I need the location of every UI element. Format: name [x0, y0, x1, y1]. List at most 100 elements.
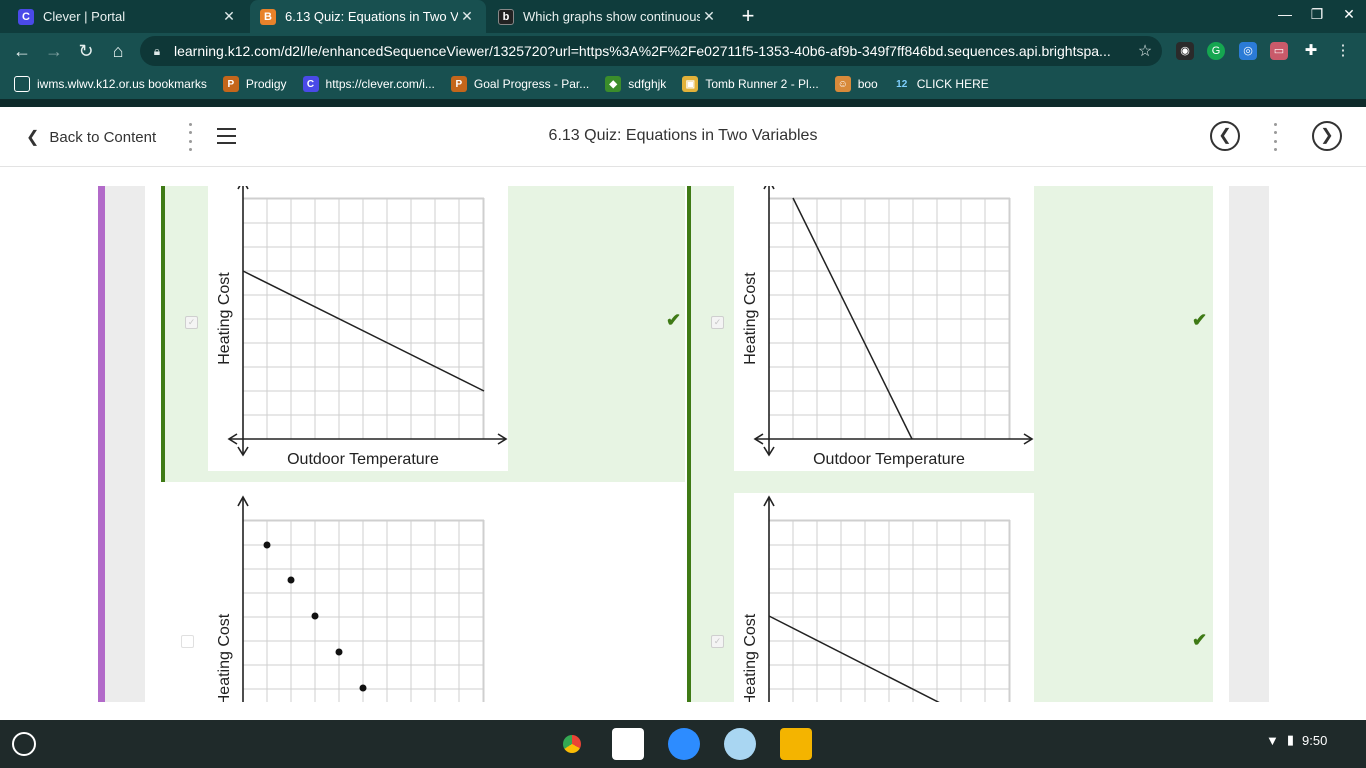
question-gutter	[105, 186, 145, 702]
graph-card: Heating Cost	[734, 493, 1034, 720]
wifi-icon: ▼	[1266, 732, 1279, 748]
bookmark-label: Goal Progress - Par...	[473, 77, 590, 91]
graph: Heating Cost	[216, 495, 485, 720]
cloud-app-icon[interactable]	[724, 728, 756, 760]
bookmarks-bar: iwms.wlwv.k12.or.us bookmarks P Prodigy C…	[0, 69, 1366, 99]
answer-option-c[interactable]: Heating Cost	[161, 493, 685, 720]
tab-strip: C Clever | Portal ✕ B 6.13 Quiz: Equatio…	[0, 0, 1366, 33]
os-shelf: ▼ ▮ 9:50	[0, 720, 1366, 768]
bookmark-item[interactable]: ▣ Tomb Runner 2 - Pl...	[682, 76, 819, 92]
prodigy-icon: P	[222, 76, 239, 92]
graph: Outdoor Temperature Heating Cost	[742, 178, 1034, 468]
option-checkbox[interactable]: ✓	[711, 635, 724, 648]
question-gutter	[1229, 186, 1269, 702]
graph-card: Outdoor Temperature Heating Cost	[208, 178, 508, 471]
graph-card: Heating Cost	[208, 493, 508, 720]
launcher-icon[interactable]	[12, 732, 36, 756]
bookmark-label: iwms.wlwv.k12.or.us bookmarks	[37, 77, 207, 91]
x-axis-label: Outdoor Temperature	[287, 451, 439, 468]
grammarly-icon[interactable]: G	[1207, 42, 1225, 60]
data-point	[359, 684, 367, 692]
answer-option-a[interactable]: ✓ Outdoor Temperature Heating Cost ✔	[161, 178, 685, 482]
page-top-band	[0, 99, 1366, 107]
url-text[interactable]: learning.k12.com/d2l/le/enhancedSequence…	[174, 43, 1128, 59]
y-axis-label: Heating Cost	[742, 272, 759, 365]
puzzle-icon[interactable]: ✚	[1302, 42, 1320, 60]
quiz-content: ✓ Outdoor Temperature Heating Cost ✔ ✓ Ou…	[0, 168, 1366, 720]
bookmark-item[interactable]: iwms.wlwv.k12.or.us bookmarks	[14, 76, 207, 92]
reload-icon[interactable]: ↻	[74, 39, 98, 63]
brainly-icon: b	[498, 8, 514, 25]
tab-title: 6.13 Quiz: Equations in Two Variables	[285, 9, 458, 24]
tab-title: Which graphs show continuous	[523, 9, 700, 24]
close-icon[interactable]: ✕	[700, 8, 718, 25]
question-accent-bar	[98, 186, 105, 702]
battery-icon: ▮	[1286, 732, 1295, 747]
bookmark-item[interactable]: ☺ boo	[834, 76, 878, 92]
browser-toolbar: ← → ↻ ⌂ 🔒︎ learning.k12.com/d2l/le/enhan…	[0, 33, 1366, 69]
x-axis-label: Outdoor Temperature	[813, 451, 965, 468]
address-bar[interactable]: 🔒︎ learning.k12.com/d2l/le/enhancedSeque…	[140, 36, 1162, 66]
bookmark-item[interactable]: P Prodigy	[222, 76, 287, 92]
minimize-icon[interactable]: —	[1272, 6, 1298, 22]
folder-icon	[14, 76, 30, 92]
bookmark-label: CLICK HERE	[916, 77, 989, 91]
option-checkbox[interactable]: ✓	[185, 316, 198, 329]
bookmark-star-icon[interactable]: ☆	[1128, 41, 1162, 61]
page-title: 6.13 Quiz: Equations in Two Variables	[548, 127, 818, 144]
extension-icon[interactable]: ▭	[1270, 42, 1288, 60]
bookmark-label: https://clever.com/i...	[325, 77, 435, 91]
game-icon: ◆	[605, 76, 622, 92]
home-icon[interactable]: ⌂	[106, 39, 130, 63]
game-icon: ▣	[682, 76, 699, 92]
new-tab-button[interactable]: +	[737, 5, 759, 27]
extension-icon[interactable]: ◎	[1239, 42, 1257, 60]
forward-arrow-icon[interactable]: →	[42, 39, 66, 63]
bookmark-item[interactable]: Chttps://clever.com/i...	[302, 76, 435, 92]
graph-app-icon[interactable]	[612, 728, 644, 760]
option-checkbox[interactable]	[181, 635, 194, 648]
data-point	[287, 576, 295, 584]
close-window-icon[interactable]: ✕	[1336, 6, 1362, 23]
clever-icon: C	[302, 76, 319, 92]
avatar-icon: ☺	[834, 76, 851, 92]
option-checkbox[interactable]: ✓	[711, 316, 724, 329]
classroom-icon[interactable]	[780, 728, 812, 760]
clever-icon: C	[18, 8, 34, 25]
close-icon[interactable]: ✕	[220, 8, 238, 25]
extension-icon[interactable]: ◉	[1176, 42, 1194, 60]
data-point	[263, 541, 271, 549]
answer-option-b[interactable]: ✓ Outdoor Temperature Heating Cost ✔ ✓ He…	[687, 178, 1213, 720]
zoom-icon[interactable]	[668, 728, 700, 760]
previous-button[interactable]: ❮	[1210, 121, 1240, 151]
graph: Outdoor Temperature Heating Cost	[216, 178, 508, 468]
tab-title: Clever | Portal	[43, 9, 126, 24]
quiz-header: ❮ Back to Content 6.13 Quiz: Equations i…	[0, 107, 1366, 167]
close-icon[interactable]: ✕	[458, 8, 476, 25]
bookmark-item[interactable]: 12 CLICK HERE	[894, 76, 989, 92]
12-icon: 12	[896, 78, 908, 90]
checkmark-icon: ✔	[666, 310, 682, 330]
clock: 9:50	[1302, 732, 1328, 748]
chrome-icon[interactable]	[556, 728, 588, 760]
divider-dots	[1274, 123, 1278, 151]
restore-icon[interactable]: ❐	[1304, 6, 1330, 23]
lock-icon: 🔒︎	[153, 43, 161, 58]
checkmark-icon: ✔	[1192, 310, 1208, 330]
bookmark-label: Tomb Runner 2 - Pl...	[705, 77, 819, 91]
tab-quiz[interactable]: B 6.13 Quiz: Equations in Two Variables …	[250, 0, 486, 33]
next-button[interactable]: ❯	[1312, 121, 1342, 151]
checkmark-icon: ✔	[1192, 630, 1208, 650]
y-axis-label: Heating Cost	[742, 613, 759, 702]
tab-brainly[interactable]: b Which graphs show continuous ✕	[488, 0, 728, 33]
brightspace-icon: B	[260, 8, 276, 25]
menu-dots-icon[interactable]: ⋮	[1334, 42, 1352, 60]
bookmark-item[interactable]: P Goal Progress - Par...	[450, 76, 590, 92]
tab-clever[interactable]: C Clever | Portal ✕	[8, 0, 248, 33]
status-area[interactable]: ▼ ▮ 9:50	[1266, 732, 1327, 748]
graph-card: Outdoor Temperature Heating Cost	[734, 178, 1034, 471]
bookmark-item[interactable]: ◆ sdfghjk	[605, 76, 666, 92]
back-arrow-icon[interactable]: ←	[10, 39, 34, 63]
data-point	[335, 648, 343, 656]
bookmark-label: Prodigy	[245, 77, 287, 91]
